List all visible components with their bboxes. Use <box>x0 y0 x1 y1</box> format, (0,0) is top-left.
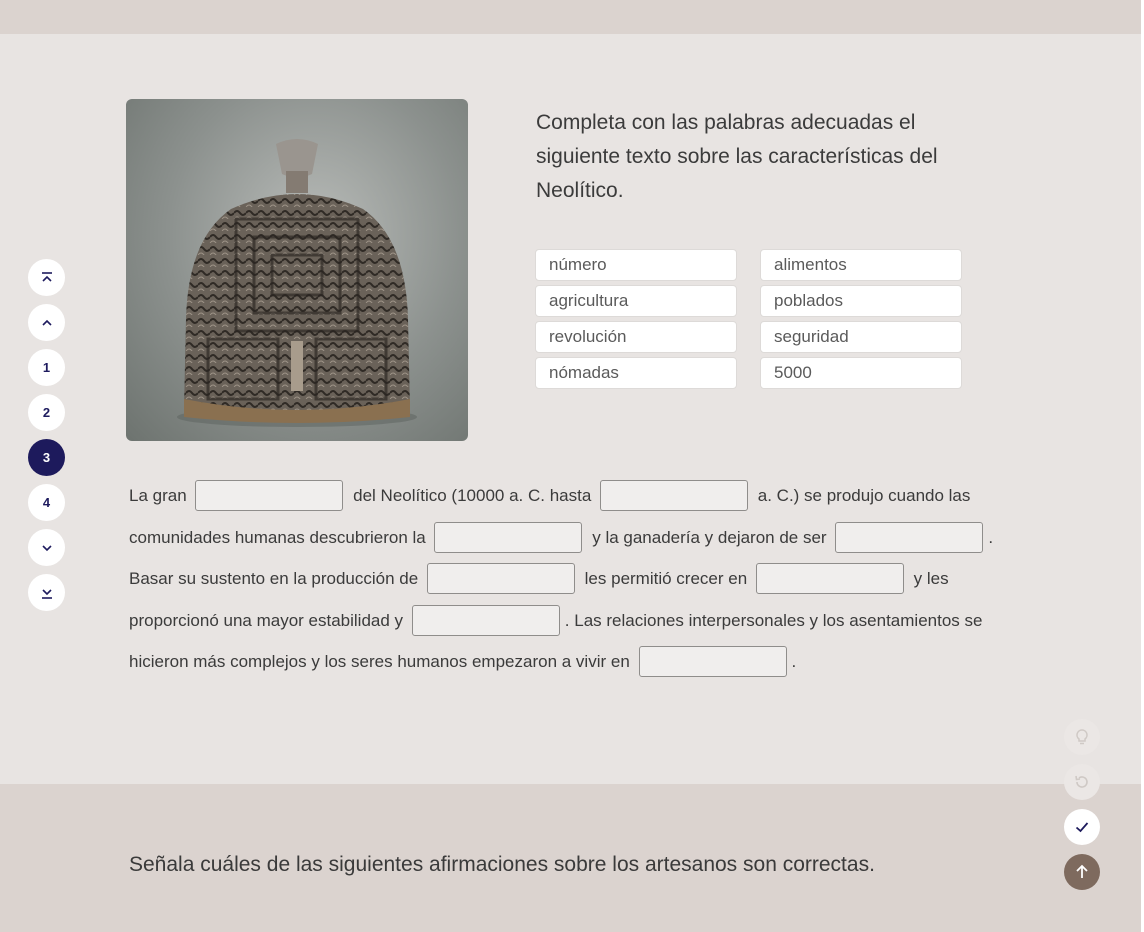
lightbulb-icon <box>1076 729 1088 745</box>
page-button-1[interactable]: 1 <box>28 349 65 386</box>
blank-slot-7[interactable] <box>411 604 560 636</box>
blank-slot-3[interactable] <box>434 521 583 553</box>
reset-icon <box>1075 775 1088 788</box>
check-icon <box>1075 822 1089 833</box>
cloze-text: La gran del Neolítico (10000 a. C. hasta… <box>129 475 1009 683</box>
cloze-segment: La gran <box>129 486 187 505</box>
page-button-2[interactable]: 2 <box>28 394 65 431</box>
hint-button[interactable] <box>1064 719 1100 755</box>
first-page-button[interactable] <box>28 259 65 296</box>
arrow-up-icon <box>1076 864 1088 878</box>
word-chip-seguridad[interactable]: seguridad <box>760 321 962 353</box>
next-activity-instructions: Señala cuáles de las siguientes afirmaci… <box>129 853 875 876</box>
cloze-segment: . <box>791 652 797 671</box>
word-chip-alimentos[interactable]: alimentos <box>760 249 962 281</box>
word-chip-poblados[interactable]: poblados <box>760 285 962 317</box>
scroll-to-top-button[interactable] <box>1064 854 1100 890</box>
page-navigation: 1 2 3 4 <box>28 259 66 619</box>
reset-button[interactable] <box>1064 764 1100 800</box>
blank-slot-6[interactable] <box>755 563 904 595</box>
word-chip-5000[interactable]: 5000 <box>760 357 962 389</box>
neolithic-figurine-image <box>126 99 468 441</box>
word-chip-numero[interactable]: número <box>535 249 737 281</box>
page-button-4[interactable]: 4 <box>28 484 65 521</box>
chevron-double-down-icon <box>41 588 52 599</box>
cloze-segment: del Neolítico (10000 a. C. hasta <box>353 486 592 505</box>
previous-page-button[interactable] <box>28 304 65 341</box>
activity-instructions: Completa con las palabras adecuadas el s… <box>536 111 938 202</box>
chevron-up-icon <box>41 319 52 326</box>
cloze-segment: les permitió crecer en <box>584 569 748 588</box>
word-bank: número alimentos agricultura poblados re… <box>535 249 963 389</box>
next-page-button[interactable] <box>28 529 65 566</box>
blank-slot-5[interactable] <box>426 563 575 595</box>
blank-slot-1[interactable] <box>195 480 344 512</box>
word-chip-revolucion[interactable]: revolución <box>535 321 737 353</box>
cloze-segment: y la ganadería y dejaron de ser <box>592 527 827 547</box>
activity-actions <box>1064 719 1101 899</box>
page-button-3[interactable]: 3 <box>28 439 65 476</box>
word-chip-agricultura[interactable]: agricultura <box>535 285 737 317</box>
check-answers-button[interactable] <box>1064 809 1100 845</box>
word-chip-nomadas[interactable]: nómadas <box>535 357 737 389</box>
top-strip <box>0 0 1144 34</box>
blank-slot-2[interactable] <box>600 480 749 512</box>
chevron-double-up-icon <box>41 271 52 282</box>
blank-slot-8[interactable] <box>638 646 787 678</box>
chevron-down-icon <box>41 544 52 551</box>
blank-slot-4[interactable] <box>835 521 984 553</box>
last-page-button[interactable] <box>28 574 65 611</box>
